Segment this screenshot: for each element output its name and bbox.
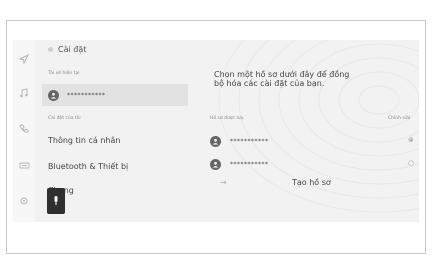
user-avatar-icon [210, 158, 221, 170]
microphone-icon [54, 196, 58, 205]
my-settings-label: Cài đặt của tôi [48, 116, 81, 121]
left-icon-rail [13, 40, 35, 222]
saved-profile-row[interactable]: *********** [210, 156, 269, 172]
user-avatar-icon [48, 89, 59, 101]
voice-assistant-mic-button[interactable] [47, 188, 65, 214]
close-x-icon[interactable]: ⊗ [408, 136, 414, 144]
create-profile-row[interactable]: → Tạo hồ sơ [212, 178, 412, 192]
settings-screen [13, 40, 419, 222]
music-icon[interactable] [17, 88, 31, 102]
current-driver-row[interactable]: *********** [42, 84, 188, 106]
menu-item-bluetooth-devices[interactable]: Bluetooth & Thiết bị [48, 162, 128, 171]
wood-texture-background [218, 40, 419, 213]
back-indicator-icon[interactable] [48, 47, 53, 52]
sync-instructions: Chọn một hồ sơ dưới đây để đồng bộ hóa c… [214, 70, 350, 89]
saved-profiles-label: Hồ sơ được lưu [210, 116, 244, 121]
page-title: Cài đặt [58, 45, 87, 54]
current-driver-name: *********** [67, 91, 106, 99]
car-icon[interactable] [17, 160, 31, 174]
current-driver-label: Tài xế hiện tại [48, 71, 80, 76]
user-avatar-icon [210, 135, 221, 147]
settings-icon[interactable] [17, 196, 31, 210]
phone-icon[interactable] [17, 124, 31, 138]
circle-icon[interactable]: ○ [408, 159, 414, 167]
add-profile-icon: → [220, 178, 227, 187]
saved-profile-row[interactable]: *********** [210, 133, 269, 149]
saved-profile-name: *********** [230, 160, 269, 168]
edit-link[interactable]: Chỉnh sửa [388, 116, 410, 121]
screen-header: Cài đặt [48, 45, 86, 54]
create-profile-label: Tạo hồ sơ [292, 178, 331, 187]
saved-profile-name: *********** [230, 137, 269, 145]
menu-item-personal-info[interactable]: Thông tin cá nhân [48, 136, 120, 145]
navigation-icon[interactable] [17, 53, 31, 68]
